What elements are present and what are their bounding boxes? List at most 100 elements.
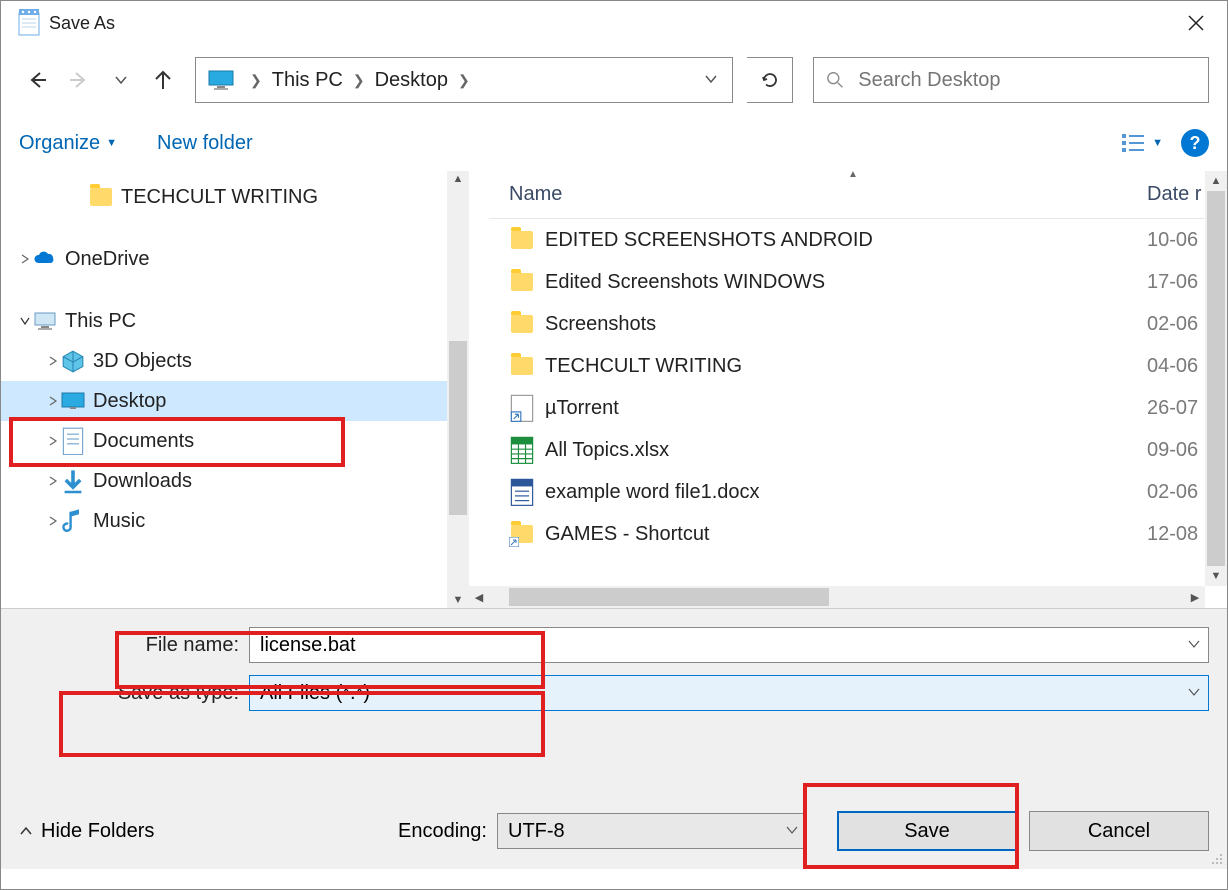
breadcrumb-this-pc[interactable]: This PC bbox=[272, 69, 343, 92]
chevron-icon[interactable] bbox=[45, 516, 61, 526]
up-button[interactable] bbox=[145, 62, 181, 98]
folder-icon bbox=[89, 185, 113, 209]
file-row[interactable]: example word file1.docx02-06 bbox=[489, 471, 1227, 513]
tree-item-3d-objects[interactable]: 3D Objects bbox=[1, 341, 469, 381]
address-dropdown[interactable] bbox=[696, 72, 726, 89]
chevron-icon[interactable] bbox=[45, 476, 61, 486]
chevron-right-icon[interactable]: ❯ bbox=[458, 72, 470, 89]
tree-label: Desktop bbox=[93, 390, 166, 413]
search-input[interactable] bbox=[858, 69, 1196, 92]
scroll-thumb[interactable] bbox=[509, 588, 829, 606]
file-row[interactable]: Edited Screenshots WINDOWS17-06 bbox=[489, 261, 1227, 303]
address-bar[interactable]: ❯ This PC ❯ Desktop ❯ bbox=[195, 57, 733, 103]
refresh-button[interactable] bbox=[747, 57, 793, 103]
filename-label: File name: bbox=[1, 634, 249, 657]
folder-icon bbox=[509, 269, 535, 295]
tree-label: Downloads bbox=[93, 470, 192, 493]
filename-input[interactable] bbox=[260, 634, 1198, 657]
view-options-button[interactable]: ▼ bbox=[1122, 134, 1163, 152]
file-row[interactable]: All Topics.xlsx09-06 bbox=[489, 429, 1227, 471]
title-bar: Save As bbox=[1, 1, 1227, 45]
chevron-right-icon[interactable]: ❯ bbox=[353, 72, 365, 89]
file-name: TECHCULT WRITING bbox=[545, 355, 1147, 378]
resize-grip-icon[interactable] bbox=[1209, 851, 1225, 867]
recent-dropdown[interactable] bbox=[103, 62, 139, 98]
save-form: File name: Save as type: All Files (*.*)… bbox=[1, 609, 1227, 869]
scroll-right-icon[interactable]: ▶ bbox=[1185, 591, 1205, 604]
filename-input-wrapper[interactable] bbox=[249, 627, 1209, 663]
pc-icon bbox=[208, 70, 234, 90]
file-row[interactable]: µTorrent26-07 bbox=[489, 387, 1227, 429]
encoding-label: Encoding: bbox=[398, 820, 487, 843]
scroll-down-icon[interactable]: ▼ bbox=[453, 594, 464, 606]
new-folder-button[interactable]: New folder bbox=[157, 132, 253, 155]
tree-item-downloads[interactable]: Downloads bbox=[1, 461, 469, 501]
file-list-pane: ▲ Name Date r EDITED SCREENSHOTS ANDROID… bbox=[469, 171, 1227, 608]
sidebar-scrollbar[interactable]: ▲ ▼ bbox=[447, 171, 469, 608]
chevron-icon[interactable] bbox=[45, 436, 61, 446]
chevron-up-icon bbox=[19, 824, 33, 838]
cancel-button[interactable]: Cancel bbox=[1029, 811, 1209, 851]
encoding-select[interactable]: UTF-8 bbox=[497, 813, 807, 849]
foldershortcut-icon bbox=[509, 521, 535, 547]
tree-item-onedrive[interactable]: OneDrive bbox=[1, 239, 469, 279]
folder-icon bbox=[509, 353, 535, 379]
organize-button[interactable]: Organize▼ bbox=[19, 132, 117, 155]
file-row[interactable]: EDITED SCREENSHOTS ANDROID10-06 bbox=[489, 219, 1227, 261]
breadcrumb-desktop[interactable]: Desktop bbox=[375, 69, 448, 92]
tree-label: 3D Objects bbox=[93, 350, 192, 373]
filename-dropdown-icon[interactable] bbox=[1188, 638, 1200, 653]
encoding-dropdown-icon[interactable] bbox=[786, 824, 798, 839]
tree-item-this-pc[interactable]: This PC bbox=[1, 301, 469, 341]
chevron-icon[interactable] bbox=[17, 316, 33, 326]
help-button[interactable]: ? bbox=[1181, 129, 1209, 157]
window-title: Save As bbox=[49, 13, 1173, 34]
onedrive-icon bbox=[33, 247, 57, 271]
scroll-left-icon[interactable]: ◀ bbox=[469, 591, 489, 604]
tree-item-documents[interactable]: Documents bbox=[1, 421, 469, 461]
scroll-thumb[interactable] bbox=[1207, 191, 1225, 566]
file-scrollbar-vertical[interactable]: ▲ ▼ bbox=[1205, 171, 1227, 586]
close-button[interactable] bbox=[1173, 7, 1219, 39]
notepad-icon bbox=[17, 9, 41, 37]
chevron-icon[interactable] bbox=[45, 396, 61, 406]
file-row[interactable]: TECHCULT WRITING04-06 bbox=[489, 345, 1227, 387]
save-button[interactable]: Save bbox=[837, 811, 1017, 851]
type-value: All Files (*.*) bbox=[260, 682, 370, 705]
file-scrollbar-horizontal[interactable]: ◀ ▶ bbox=[469, 586, 1205, 608]
file-name: Screenshots bbox=[545, 313, 1147, 336]
type-select[interactable]: All Files (*.*) bbox=[249, 675, 1209, 711]
scroll-thumb[interactable] bbox=[449, 341, 467, 515]
search-box[interactable] bbox=[813, 57, 1209, 103]
file-name: All Topics.xlsx bbox=[545, 439, 1147, 462]
back-button[interactable] bbox=[19, 62, 55, 98]
docx-icon bbox=[509, 479, 535, 505]
column-headers[interactable]: ▲ Name Date r bbox=[489, 171, 1227, 219]
file-name: µTorrent bbox=[545, 397, 1147, 420]
tree-item-techcult-writing[interactable]: TECHCULT WRITING bbox=[1, 177, 469, 217]
scroll-up-icon[interactable]: ▲ bbox=[453, 173, 464, 185]
desktop-icon bbox=[61, 389, 85, 413]
3d-icon bbox=[61, 349, 85, 373]
tree-label: Music bbox=[93, 510, 145, 533]
file-name: EDITED SCREENSHOTS ANDROID bbox=[545, 229, 1147, 252]
chevron-icon[interactable] bbox=[17, 254, 33, 264]
file-row[interactable]: Screenshots02-06 bbox=[489, 303, 1227, 345]
chevron-icon[interactable] bbox=[45, 356, 61, 366]
file-row[interactable]: GAMES - Shortcut12-08 bbox=[489, 513, 1227, 555]
tree-item-desktop[interactable]: Desktop bbox=[1, 381, 469, 421]
scroll-up-icon[interactable]: ▲ bbox=[1211, 171, 1222, 191]
toolbar: Organize▼ New folder ▼ ? bbox=[1, 115, 1227, 171]
tree-item-music[interactable]: Music bbox=[1, 501, 469, 541]
sort-indicator-icon: ▲ bbox=[848, 169, 858, 180]
forward-button[interactable] bbox=[61, 62, 97, 98]
music-icon bbox=[61, 509, 85, 533]
type-dropdown-icon[interactable] bbox=[1188, 686, 1200, 701]
column-name[interactable]: Name bbox=[489, 183, 1147, 206]
file-name: GAMES - Shortcut bbox=[545, 523, 1147, 546]
tree-label: Documents bbox=[93, 430, 194, 453]
scroll-down-icon[interactable]: ▼ bbox=[1211, 566, 1222, 586]
chevron-right-icon[interactable]: ❯ bbox=[250, 72, 262, 89]
file-name: example word file1.docx bbox=[545, 481, 1147, 504]
hide-folders-button[interactable]: Hide Folders bbox=[19, 820, 154, 843]
